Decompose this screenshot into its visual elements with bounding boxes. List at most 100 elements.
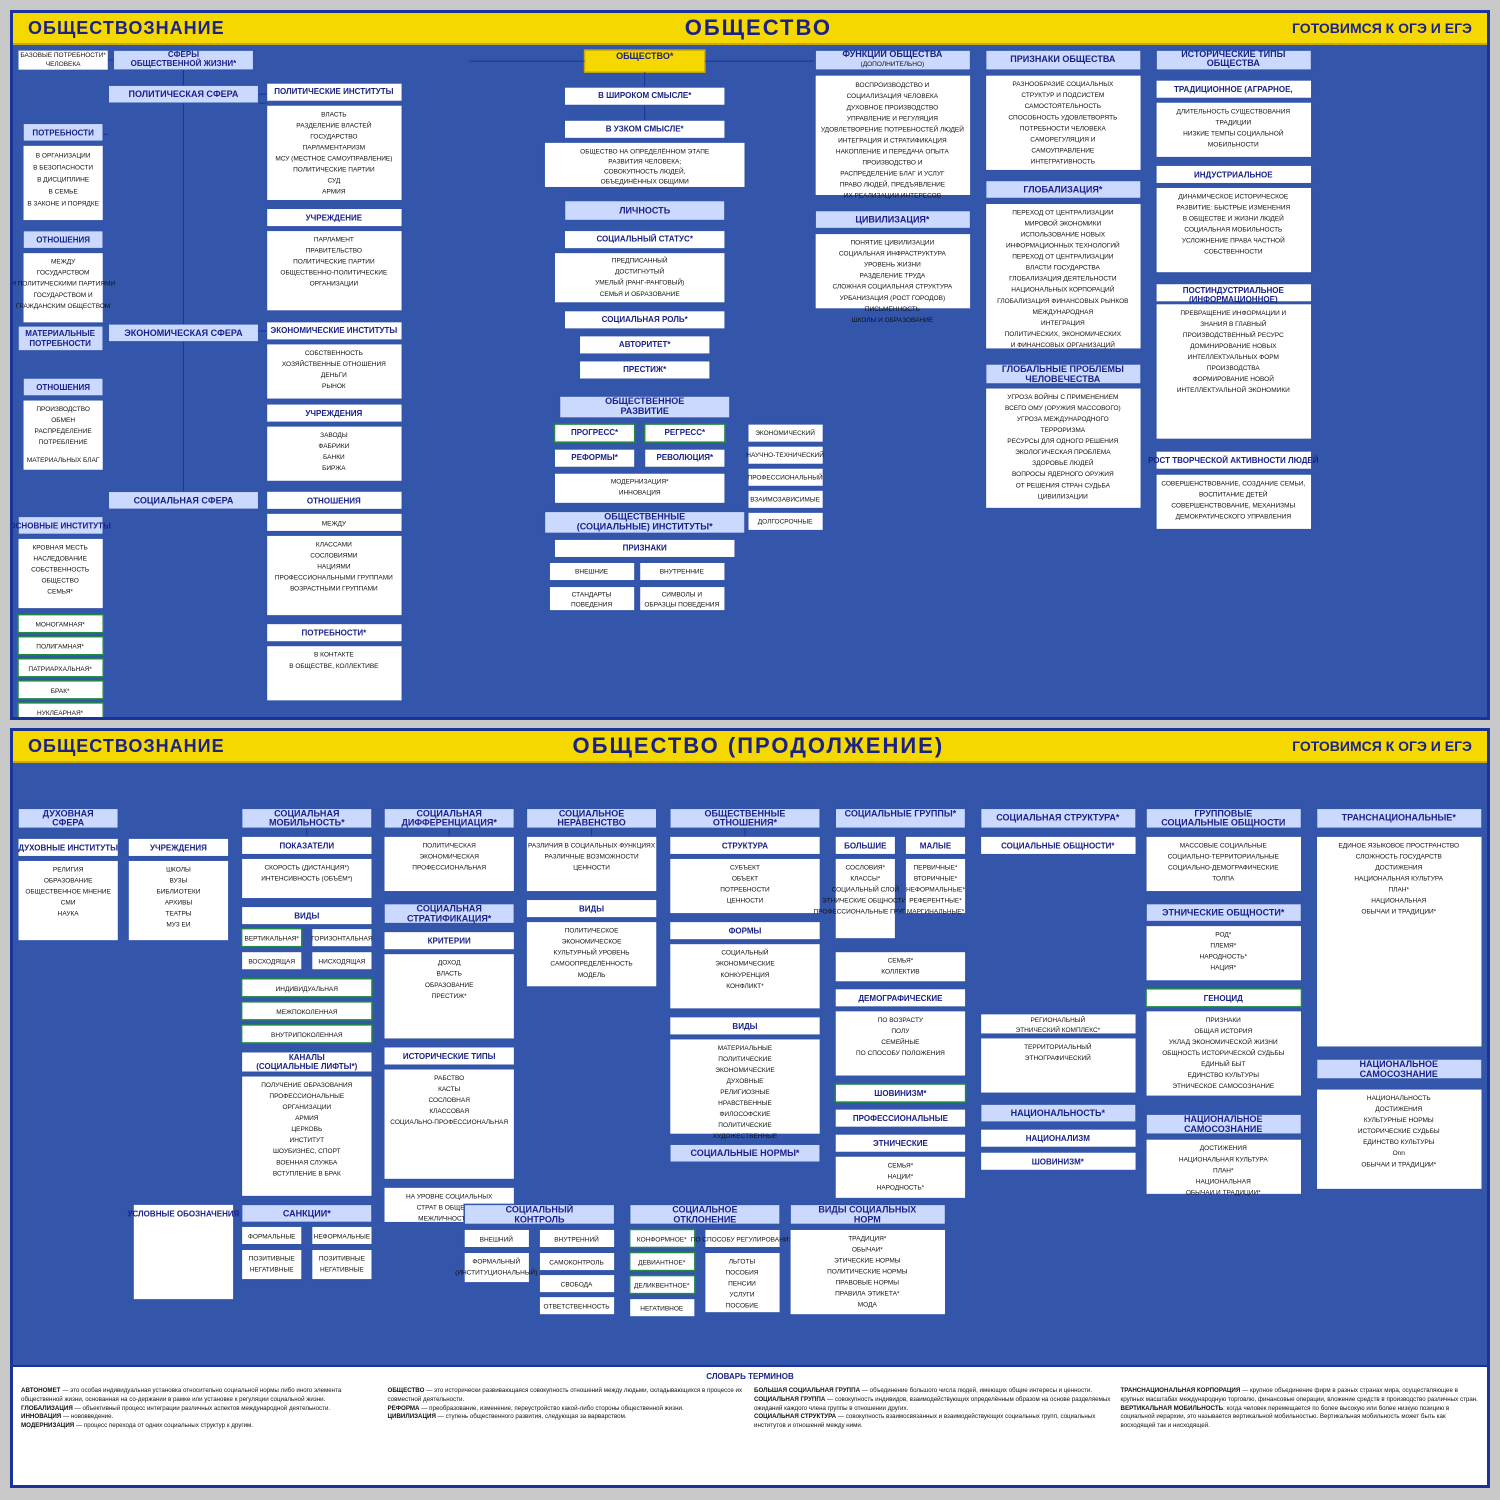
svg-text:НРАВСТВЕННЫЕ: НРАВСТВЕННЫЕ [718,1100,772,1107]
svg-text:ОТКЛОНЕНИЕ: ОТКЛОНЕНИЕ [673,1214,736,1224]
svg-text:ДОМИНИРОВАНИЕ НОВЫХ: ДОМИНИРОВАНИЕ НОВЫХ [1190,343,1277,350]
svg-text:УЧРЕЖДЕНИЯ: УЧРЕЖДЕНИЯ [305,409,362,418]
svg-text:ПОТРЕБЛЕНИЕ: ПОТРЕБЛЕНИЕ [39,439,89,446]
svg-text:ПОЛИТИЧЕСКИЕ: ПОЛИТИЧЕСКИЕ [718,1122,772,1129]
svg-text:ПРОФЕССИОНАЛЬНЫЙ: ПРОФЕССИОНАЛЬНЫЙ [748,472,823,481]
svg-text:СКОРОСТЬ (ДИСТАНЦИЯ*): СКОРОСТЬ (ДИСТАНЦИЯ*) [264,864,349,871]
svg-text:ПОЛУ: ПОЛУ [891,1028,910,1035]
svg-text:ДОЛГОСРОЧНЫЕ: ДОЛГОСРОЧНЫЕ [758,518,813,525]
svg-text:УПРАВЛЕНИЕ И РЕГУЛЯЦИЯ: УПРАВЛЕНИЕ И РЕГУЛЯЦИЯ [847,115,938,122]
svg-text:ШОУБИЗНЕС, СПОРТ: ШОУБИЗНЕС, СПОРТ [273,1148,341,1155]
svg-text:СОСЛОВИЯМИ: СОСЛОВИЯМИ [310,552,358,559]
svg-text:КРИТЕРИИ: КРИТЕРИИ [428,937,471,946]
svg-text:ВУЗЫ: ВУЗЫ [170,878,188,885]
svg-text:УДОВЛЕТВОРЕНИЕ ПОТРЕБНОСТЕЙ ЛЮ: УДОВЛЕТВОРЕНИЕ ПОТРЕБНОСТЕЙ ЛЮДЕЙ [821,124,964,133]
svg-text:МЕЖДУ: МЕЖДУ [322,520,347,527]
svg-text:СЛОЖНАЯ СОЦИАЛЬНАЯ СТРУКТУРА: СЛОЖНАЯ СОЦИАЛЬНАЯ СТРУКТУРА [833,284,953,291]
top-header-left: ОБЩЕСТВОЗНАНИЕ [28,18,225,39]
svg-text:ПРОИЗВОДСТВА: ПРОИЗВОДСТВА [1207,365,1261,372]
svg-text:В УЗКОМ СМЫСЛЕ*: В УЗКОМ СМЫСЛЕ* [606,124,685,133]
svg-text:ПРОГРЕСС*: ПРОГРЕСС* [571,428,619,437]
svg-text:ФИЛОСОФСКИЕ: ФИЛОСОФСКИЕ [719,1111,771,1118]
svg-text:ЦИВИЛИЗАЦИИ: ЦИВИЛИЗАЦИИ [1038,493,1088,500]
svg-text:ДЛИТЕЛЬНОСТЬ СУЩЕСТВОВАНИЯ: ДЛИТЕЛЬНОСТЬ СУЩЕСТВОВАНИЯ [1176,108,1290,115]
svg-text:РАЗНООБРАЗИЕ СОЦИАЛЬНЫХ: РАЗНООБРАЗИЕ СОЦИАЛЬНЫХ [1012,81,1114,88]
bottom-poster-diagram: .t-title { font: bold 9px Arial; fill: #… [13,763,1487,1365]
svg-text:ИНФОРМАЦИОННЫХ ТЕХНОЛОГИЙ: ИНФОРМАЦИОННЫХ ТЕХНОЛОГИЙ [1006,241,1120,250]
svg-text:КЛАССАМИ: КЛАССАМИ [316,541,352,548]
svg-text:ПИСЬМЕННОСТЬ: ПИСЬМЕННОСТЬ [865,306,920,313]
svg-text:ГЛОБАЛИЗАЦИЯ*: ГЛОБАЛИЗАЦИЯ* [1023,184,1102,194]
top-poster-header: ОБЩЕСТВОЗНАНИЕ ОБЩЕСТВО ГОТОВИМСЯ К ОГЭ … [13,13,1487,45]
svg-text:ПРИЗНАКИ: ПРИЗНАКИ [1206,1017,1241,1024]
svg-text:ЗНАНИЯ В ГЛАВНЫЙ: ЗНАНИЯ В ГЛАВНЫЙ [1200,319,1267,328]
svg-text:РЕЛИГИОЗНЫЕ: РЕЛИГИОЗНЫЕ [720,1089,770,1096]
svg-text:РАЗЛИЧИЯ В СОЦИАЛЬНЫХ ФУНКЦИЯХ: РАЗЛИЧИЯ В СОЦИАЛЬНЫХ ФУНКЦИЯХ [528,842,656,849]
svg-text:ДУХОВНЫЕ ИНСТИТУТЫ: ДУХОВНЫЕ ИНСТИТУТЫ [18,843,118,852]
svg-text:ШОВИНИЗМ*: ШОВИНИЗМ* [874,1089,927,1098]
svg-text:В ДИСЦИПЛИНЕ: В ДИСЦИПЛИНЕ [37,176,90,183]
svg-text:В КОНТАКТЕ: В КОНТАКТЕ [314,652,354,659]
svg-text:ПЕНСИИ: ПЕНСИИ [728,1281,756,1288]
svg-text:ИНДУСТРИАЛЬНОЕ: ИНДУСТРИАЛЬНОЕ [1194,170,1273,179]
svg-text:БАЗОВЫЕ ПОТРЕБНОСТИ*: БАЗОВЫЕ ПОТРЕБНОСТИ* [20,52,106,59]
svg-text:Onn: Onn [1393,1150,1406,1157]
svg-text:ДОСТИЖЕНИЯ: ДОСТИЖЕНИЯ [1200,1145,1247,1152]
svg-text:ОТНОШЕНИЯ: ОТНОШЕНИЯ [36,236,90,245]
svg-text:ВНЕШНИЕ: ВНЕШНИЕ [575,569,609,576]
svg-text:ПРОФЕССИОНАЛЬНАЯ: ПРОФЕССИОНАЛЬНАЯ [412,864,486,871]
svg-text:САМОУПРАВЛЕНИЕ: САМОУПРАВЛЕНИЕ [1031,147,1094,154]
svg-text:СТРУКТУРА: СТРУКТУРА [722,841,768,850]
svg-text:НАЦИОНАЛЬНАЯ КУЛЬТУРА: НАЦИОНАЛЬНАЯ КУЛЬТУРА [1354,876,1443,883]
svg-text:ВНУТРЕННИЕ: ВНУТРЕННИЕ [660,569,705,576]
svg-text:МИРОВОЙ ЭКОНОМИКИ: МИРОВОЙ ЭКОНОМИКИ [1024,219,1101,228]
svg-text:ФОРМАЛЬНЫЙ: ФОРМАЛЬНЫЙ [472,1257,520,1266]
svg-text:ОБЪЕКТ: ОБЪЕКТ [732,876,758,883]
svg-text:НАУКА: НАУКА [58,911,80,918]
svg-text:НЕГАТИВНОЕ: НЕГАТИВНОЕ [640,1306,684,1313]
svg-text:СОЦИАЛЬНАЯ РОЛЬ*: СОЦИАЛЬНАЯ РОЛЬ* [602,315,689,324]
svg-text:МУЗ ЕИ: МУЗ ЕИ [166,922,190,929]
svg-text:НА УРОВНЕ СОЦИАЛЬНЫХ: НА УРОВНЕ СОЦИАЛЬНЫХ [406,1193,493,1200]
svg-text:ОБЩЕСТВЕННО-ПОЛИТИЧЕСКИЕ: ОБЩЕСТВЕННО-ПОЛИТИЧЕСКИЕ [280,270,388,277]
svg-text:СОВОКУПНОСТЬ ЛЮДЕЙ,: СОВОКУПНОСТЬ ЛЮДЕЙ, [604,166,686,175]
svg-text:(ДОПОЛНИТЕЛЬНО): (ДОПОЛНИТЕЛЬНО) [861,61,925,68]
svg-text:РЫНОК: РЫНОК [322,383,346,390]
svg-text:ЭКОНОМИЧЕСКИЕ: ЭКОНОМИЧЕСКИЕ [715,1067,775,1074]
glossary-col-2: ОБЩЕСТВО — это исторически развивающаяся… [388,1387,747,1430]
svg-text:НИСХОДЯЩАЯ: НИСХОДЯЩАЯ [318,959,365,966]
svg-text:НАУЧНО-ТЕХНИЧЕСКИЙ: НАУЧНО-ТЕХНИЧЕСКИЙ [746,450,824,459]
svg-text:ИНТЕНСИВНОСТЬ (ОБЪЁМ*): ИНТЕНСИВНОСТЬ (ОБЪЁМ*) [261,875,352,883]
svg-text:ЭКОНОМИЧЕСКАЯ СФЕРА: ЭКОНОМИЧЕСКАЯ СФЕРА [124,328,243,338]
svg-text:ПОЗИТИВНЫЕ: ПОЗИТИВНЫЕ [319,1256,366,1263]
svg-text:ТЕРРИТОРИАЛЬНЫЙ: ТЕРРИТОРИАЛЬНЫЙ [1024,1042,1092,1051]
svg-text:ВНЕШНИЙ: ВНЕШНИЙ [480,1234,514,1243]
svg-text:НАЦИОНАЛЬНАЯ КУЛЬТУРА: НАЦИОНАЛЬНАЯ КУЛЬТУРА [1179,1156,1268,1163]
svg-text:ОБЫЧАИ*: ОБЫЧАИ* [852,1247,883,1254]
svg-text:ТОЛПА: ТОЛПА [1212,876,1235,883]
svg-text:СЕМЬЯ И ОБРАЗОВАНИЕ: СЕМЬЯ И ОБРАЗОВАНИЕ [600,291,681,298]
svg-text:РАЗДЕЛЕНИЕ ВЛАСТЕЙ: РАЗДЕЛЕНИЕ ВЛАСТЕЙ [296,120,371,129]
svg-text:ВНУТРЕННИЙ: ВНУТРЕННИЙ [554,1234,599,1243]
svg-text:НЕРАВЕНСТВО: НЕРАВЕНСТВО [557,817,625,827]
svg-text:ГОСУДАРСТВО: ГОСУДАРСТВО [310,133,357,140]
svg-text:ВОПРОСЫ ЯДЕРНОГО ОРУЖИЯ: ВОПРОСЫ ЯДЕРНОГО ОРУЖИЯ [1012,471,1114,478]
svg-text:ПАРЛАМЕНТАРИЗМ: ПАРЛАМЕНТАРИЗМ [303,144,365,151]
svg-text:РЕСУРСЫ ДЛЯ ОДНОГО РЕШЕНИЯ: РЕСУРСЫ ДЛЯ ОДНОГО РЕШЕНИЯ [1007,438,1118,445]
svg-text:ЧЕЛОВЕЧЕСТВА: ЧЕЛОВЕЧЕСТВА [1025,374,1100,384]
svg-text:ПРОИЗВОДСТВЕННЫЙ РЕСУРС: ПРОИЗВОДСТВЕННЫЙ РЕСУРС [1183,330,1284,339]
svg-text:НАЦИОНАЛИЗМ: НАЦИОНАЛИЗМ [1026,1134,1091,1143]
svg-text:СОЦИАЛЬНЫЙ: СОЦИАЛЬНЫЙ [506,1203,574,1214]
svg-text:ШОВИНИЗМ*: ШОВИНИЗМ* [1032,1157,1085,1166]
glossary-section: СЛОВАРЬ ТЕРМИНОВ АВТОНОМЕТ — это особая … [13,1365,1487,1485]
svg-text:ЭКОНОМИЧЕСКОЕ: ЭКОНОМИЧЕСКОЕ [562,939,622,946]
svg-text:КОНКУРЕНЦИЯ: КОНКУРЕНЦИЯ [720,972,769,979]
svg-text:ЕДИНСТВО КУЛЬТУРЫ: ЕДИНСТВО КУЛЬТУРЫ [1363,1139,1435,1146]
svg-text:БАНКИ: БАНКИ [323,454,345,461]
svg-text:РЕФЕРЕНТНЫЕ*: РЕФЕРЕНТНЫЕ* [909,898,962,905]
svg-text:ДОХОД: ДОХОД [438,960,461,967]
svg-text:СОВЕРШЕНСТВОВАНИЕ, СОЗДАНИЕ СЕ: СОВЕРШЕНСТВОВАНИЕ, СОЗДАНИЕ СЕМЬИ, [1161,480,1305,487]
svg-text:ПРЕСТИЖ*: ПРЕСТИЖ* [623,365,667,374]
svg-text:ПОЛИТИЧЕСКОЕ: ПОЛИТИЧЕСКОЕ [565,928,619,935]
svg-text:КОНТРОЛЬ: КОНТРОЛЬ [514,1214,565,1224]
